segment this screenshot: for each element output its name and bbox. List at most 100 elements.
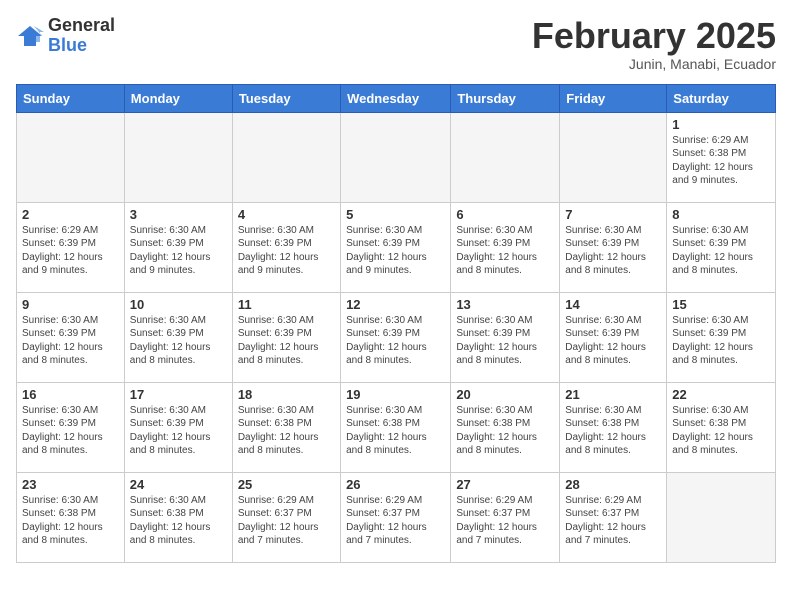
day-cell: [667, 472, 776, 562]
day-number: 6: [456, 207, 554, 222]
day-cell: 24 Sunrise: 6:30 AM Sunset: 6:38 PM Dayli…: [124, 472, 232, 562]
day-info: Sunrise: 6:30 AM Sunset: 6:39 PM Dayligh…: [238, 314, 335, 368]
day-number: 13: [456, 297, 554, 312]
day-cell: 19 Sunrise: 6:30 AM Sunset: 6:38 PM Dayli…: [341, 382, 451, 472]
day-number: 24: [130, 477, 227, 492]
day-number: 18: [238, 387, 335, 402]
weekday-header-thursday: Thursday: [451, 84, 560, 112]
day-cell: 14 Sunrise: 6:30 AM Sunset: 6:39 PM Dayli…: [560, 292, 667, 382]
day-info: Sunrise: 6:30 AM Sunset: 6:39 PM Dayligh…: [130, 404, 227, 458]
day-number: 5: [346, 207, 445, 222]
day-cell: 25 Sunrise: 6:29 AM Sunset: 6:37 PM Dayli…: [232, 472, 340, 562]
day-number: 1: [672, 117, 770, 132]
day-cell: [124, 112, 232, 202]
day-info: Sunrise: 6:30 AM Sunset: 6:39 PM Dayligh…: [238, 224, 335, 278]
day-number: 14: [565, 297, 661, 312]
day-cell: 1Sunrise: 6:29 AM Sunset: 6:38 PM Daylig…: [667, 112, 776, 202]
day-cell: 20Sunrise: 6:30 AM Sunset: 6:38 PM Dayli…: [451, 382, 560, 472]
day-number: 19: [346, 387, 445, 402]
day-info: Sunrise: 6:29 AM Sunset: 6:37 PM Dayligh…: [346, 494, 445, 548]
day-cell: [451, 112, 560, 202]
weekday-header-wednesday: Wednesday: [341, 84, 451, 112]
day-info: Sunrise: 6:30 AM Sunset: 6:39 PM Dayligh…: [130, 224, 227, 278]
week-row-3: 9 Sunrise: 6:30 AM Sunset: 6:39 PM Daylig…: [17, 292, 776, 382]
day-number: 17: [130, 387, 227, 402]
day-info: Sunrise: 6:30 AM Sunset: 6:39 PM Dayligh…: [672, 224, 770, 278]
day-cell: 9Sunrise: 6:30 AM Sunset: 6:39 PM Daylig…: [17, 292, 125, 382]
weekday-header-friday: Friday: [560, 84, 667, 112]
day-cell: 5 Sunrise: 6:30 AM Sunset: 6:39 PM Daylig…: [341, 202, 451, 292]
calendar-table: SundayMondayTuesdayWednesdayThursdayFrid…: [16, 84, 776, 563]
day-number: 27: [456, 477, 554, 492]
weekday-header-monday: Monday: [124, 84, 232, 112]
day-number: 7: [565, 207, 661, 222]
day-number: 15: [672, 297, 770, 312]
day-info: Sunrise: 6:30 AM Sunset: 6:38 PM Dayligh…: [22, 494, 119, 548]
day-cell: 21Sunrise: 6:30 AM Sunset: 6:38 PM Dayli…: [560, 382, 667, 472]
day-cell: 23 Sunrise: 6:30 AM Sunset: 6:38 PM Dayli…: [17, 472, 125, 562]
day-cell: 7 Sunrise: 6:30 AM Sunset: 6:39 PM Daylig…: [560, 202, 667, 292]
day-cell: [232, 112, 340, 202]
page-header: General Blue February 2025 Junin, Manabi…: [16, 16, 776, 72]
day-number: 8: [672, 207, 770, 222]
day-info: Sunrise: 6:30 AM Sunset: 6:39 PM Dayligh…: [346, 314, 445, 368]
day-cell: [341, 112, 451, 202]
day-cell: 17 Sunrise: 6:30 AM Sunset: 6:39 PM Dayli…: [124, 382, 232, 472]
day-info: Sunrise: 6:30 AM Sunset: 6:38 PM Dayligh…: [238, 404, 335, 458]
day-number: 16: [22, 387, 119, 402]
day-cell: 10 Sunrise: 6:30 AM Sunset: 6:39 PM Dayli…: [124, 292, 232, 382]
weekday-header-sunday: Sunday: [17, 84, 125, 112]
day-info: Sunrise: 6:30 AM Sunset: 6:39 PM Dayligh…: [130, 314, 227, 368]
day-cell: 2Sunrise: 6:29 AM Sunset: 6:39 PM Daylig…: [17, 202, 125, 292]
day-number: 2: [22, 207, 119, 222]
weekday-header-saturday: Saturday: [667, 84, 776, 112]
day-cell: [560, 112, 667, 202]
day-info: Sunrise: 6:30 AM Sunset: 6:39 PM Dayligh…: [346, 224, 445, 278]
week-row-2: 2Sunrise: 6:29 AM Sunset: 6:39 PM Daylig…: [17, 202, 776, 292]
day-info: Sunrise: 6:30 AM Sunset: 6:39 PM Dayligh…: [672, 314, 770, 368]
day-number: 26: [346, 477, 445, 492]
day-number: 11: [238, 297, 335, 312]
day-info: Sunrise: 6:30 AM Sunset: 6:39 PM Dayligh…: [456, 224, 554, 278]
day-number: 3: [130, 207, 227, 222]
day-cell: 16Sunrise: 6:30 AM Sunset: 6:39 PM Dayli…: [17, 382, 125, 472]
day-number: 4: [238, 207, 335, 222]
day-number: 9: [22, 297, 119, 312]
day-cell: 22Sunrise: 6:30 AM Sunset: 6:38 PM Dayli…: [667, 382, 776, 472]
day-info: Sunrise: 6:30 AM Sunset: 6:38 PM Dayligh…: [130, 494, 227, 548]
logo-text: General Blue: [48, 16, 115, 56]
day-info: Sunrise: 6:30 AM Sunset: 6:38 PM Dayligh…: [346, 404, 445, 458]
weekday-header-tuesday: Tuesday: [232, 84, 340, 112]
day-cell: 3 Sunrise: 6:30 AM Sunset: 6:39 PM Daylig…: [124, 202, 232, 292]
week-row-4: 16 Sunrise: 6:30 AM Sunset: 6:39 PM Dayli…: [17, 382, 776, 472]
day-cell: 8 Sunrise: 6:30 AM Sunset: 6:39 PM Daylig…: [667, 202, 776, 292]
month-title: February 2025: [532, 16, 776, 56]
logo-general-text: General: [48, 16, 115, 36]
title-block: February 2025 Junin, Manabi, Ecuador: [532, 16, 776, 72]
week-row-5: 23 Sunrise: 6:30 AM Sunset: 6:38 PM Dayli…: [17, 472, 776, 562]
day-cell: 28Sunrise: 6:29 AM Sunset: 6:37 PM Dayli…: [560, 472, 667, 562]
logo: General Blue: [16, 16, 115, 56]
day-cell: 26 Sunrise: 6:29 AM Sunset: 6:37 PM Dayli…: [341, 472, 451, 562]
day-info: Sunrise: 6:29 AM Sunset: 6:37 PM Dayligh…: [456, 494, 554, 548]
logo-icon: [16, 22, 44, 50]
day-number: 12: [346, 297, 445, 312]
day-number: 25: [238, 477, 335, 492]
day-cell: [17, 112, 125, 202]
day-info: Sunrise: 6:29 AM Sunset: 6:37 PM Dayligh…: [238, 494, 335, 548]
day-number: 28: [565, 477, 661, 492]
day-cell: 18 Sunrise: 6:30 AM Sunset: 6:38 PM Dayli…: [232, 382, 340, 472]
day-cell: 11 Sunrise: 6:30 AM Sunset: 6:39 PM Dayli…: [232, 292, 340, 382]
day-number: 22: [672, 387, 770, 402]
logo-blue-text: Blue: [48, 36, 115, 56]
day-cell: 13 Sunrise: 6:30 AM Sunset: 6:39 PM Dayli…: [451, 292, 560, 382]
day-info: Sunrise: 6:30 AM Sunset: 6:39 PM Dayligh…: [565, 224, 661, 278]
day-info: Sunrise: 6:30 AM Sunset: 6:39 PM Dayligh…: [565, 314, 661, 368]
day-info: Sunrise: 6:30 AM Sunset: 6:39 PM Dayligh…: [456, 314, 554, 368]
location-subtitle: Junin, Manabi, Ecuador: [532, 56, 776, 72]
day-info: Sunrise: 6:30 AM Sunset: 6:38 PM Dayligh…: [565, 404, 661, 458]
day-number: 23: [22, 477, 119, 492]
day-number: 10: [130, 297, 227, 312]
day-cell: 4 Sunrise: 6:30 AM Sunset: 6:39 PM Daylig…: [232, 202, 340, 292]
week-row-1: 1Sunrise: 6:29 AM Sunset: 6:38 PM Daylig…: [17, 112, 776, 202]
